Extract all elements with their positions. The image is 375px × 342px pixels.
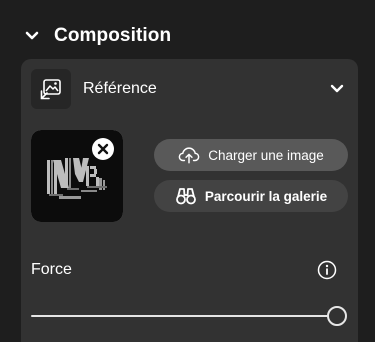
- reference-label: Référence: [83, 80, 157, 97]
- section-title: Composition: [54, 25, 172, 46]
- upload-image-button[interactable]: Charger une image: [154, 139, 348, 171]
- chevron-down-icon[interactable]: [327, 79, 347, 99]
- browse-gallery-button[interactable]: Parcourir la galerie: [154, 180, 348, 212]
- browse-gallery-label: Parcourir la galerie: [204, 188, 328, 204]
- force-slider-thumb[interactable]: [327, 306, 347, 326]
- remove-thumbnail-button[interactable]: [92, 138, 114, 160]
- force-slider-track: [31, 315, 328, 317]
- composition-panel-root: Composition Référence Charger une image …: [0, 0, 375, 342]
- force-label: Force: [31, 261, 72, 278]
- upload-image-label: Charger une image: [208, 147, 324, 163]
- close-icon: [97, 143, 109, 155]
- reference-thumbnail[interactable]: [31, 130, 123, 222]
- cloud-upload-icon: [178, 145, 200, 165]
- binoculars-icon: [175, 186, 197, 206]
- reference-panel: Référence Charger une image Parcourir la…: [21, 59, 358, 342]
- force-slider[interactable]: [31, 305, 347, 327]
- reference-image-icon: [31, 69, 71, 109]
- composition-section-header[interactable]: Composition: [22, 21, 171, 51]
- chevron-down-icon[interactable]: [22, 26, 42, 46]
- info-icon[interactable]: [316, 259, 338, 281]
- reference-header[interactable]: Référence: [31, 69, 347, 109]
